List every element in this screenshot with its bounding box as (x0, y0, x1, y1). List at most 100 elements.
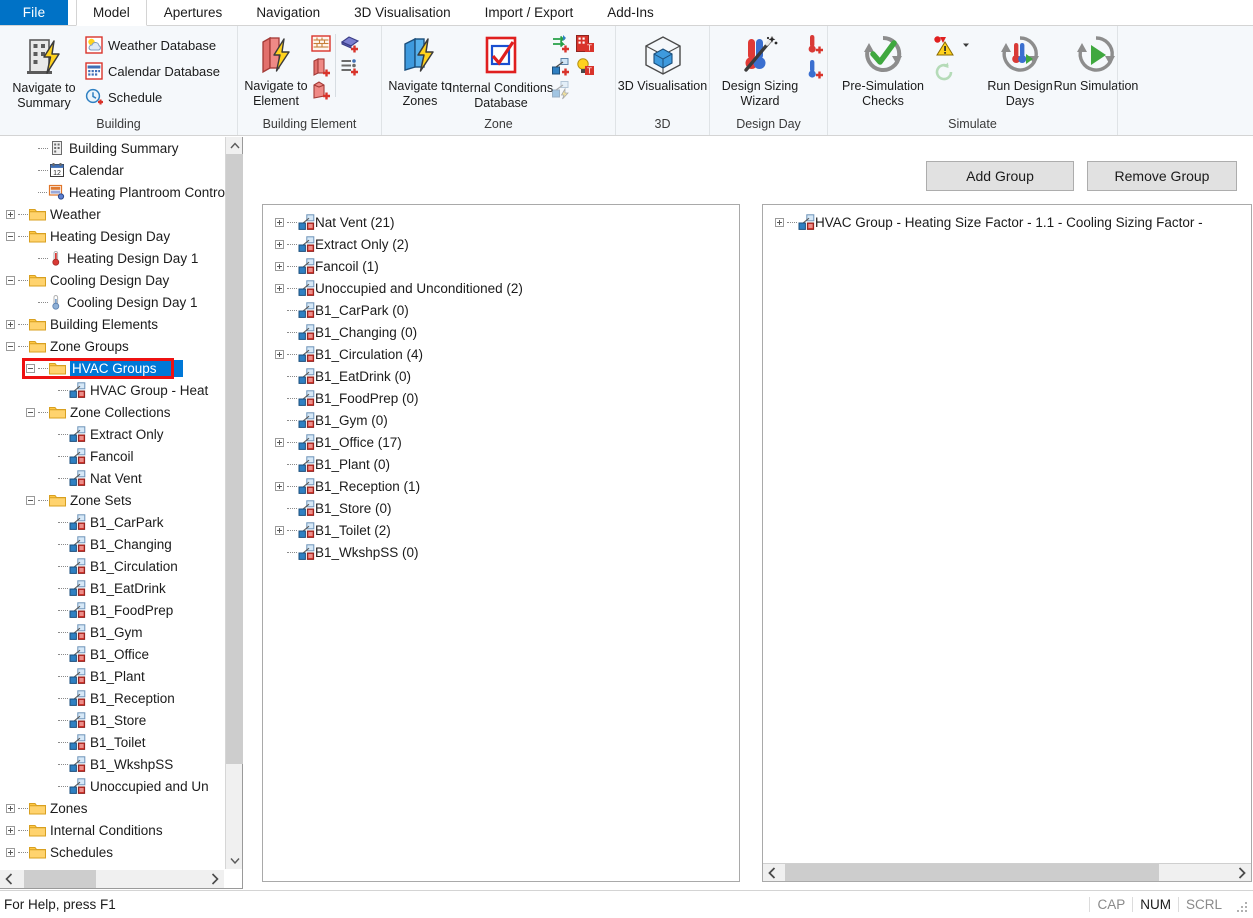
add-group-button[interactable]: Add Group (926, 161, 1074, 191)
list-item[interactable]: Unoccupied and Unconditioned (2) (267, 277, 739, 299)
tree-vertical-scrollbar[interactable] (225, 137, 243, 869)
expand-icon[interactable] (6, 803, 15, 813)
list-item[interactable]: B1_Changing (0) (267, 321, 739, 343)
internal-conditions-database-button[interactable]: Internal Conditions Database (449, 30, 553, 111)
pre-simulation-checks-button[interactable]: Pre-Simulation Checks (837, 30, 929, 109)
list-item[interactable]: B1_Toilet (2) (267, 519, 739, 541)
list-item[interactable]: B1_Store (0) (267, 497, 739, 519)
tab-model[interactable]: Model (76, 0, 147, 26)
tree-scroll-left-arrow[interactable] (0, 870, 18, 888)
list-item[interactable]: Extract Only (2) (267, 233, 739, 255)
add-cooling-design-day-icon[interactable] (805, 59, 825, 81)
list-item[interactable]: B1_Plant (0) (267, 453, 739, 475)
model-tree[interactable]: Building Summary 12 Calendar Heating Plantr… (0, 137, 225, 869)
calendar-database-button[interactable]: Calendar Database (85, 59, 220, 83)
chevron-down-icon[interactable] (961, 36, 971, 50)
tree-item-nat-vent[interactable]: Nat Vent (0, 467, 225, 489)
tab-add-ins[interactable]: Add-Ins (590, 0, 671, 25)
building-template-icon[interactable]: T (575, 34, 595, 54)
tree-item-heating-design-day[interactable]: Heating Design Day (0, 225, 225, 247)
list-item[interactable]: Nat Vent (21) (267, 211, 739, 233)
list-item[interactable]: HVAC Group - Heating Size Factor - 1.1 -… (767, 211, 1251, 233)
hvac-groups-horizontal-scrollbar[interactable] (763, 863, 1251, 881)
air-exchange-add-icon[interactable] (551, 34, 571, 54)
navigate-to-element-button[interactable]: Navigate to Element (243, 30, 309, 109)
tab-file[interactable]: File (0, 0, 68, 25)
error-warning-icon[interactable] (933, 36, 957, 58)
tree-item-zone-groups[interactable]: Zone Groups (0, 335, 225, 357)
expand-icon[interactable] (275, 525, 284, 535)
tab-3d-visualisation[interactable]: 3D Visualisation (337, 0, 468, 25)
collapse-icon[interactable] (26, 363, 35, 373)
expand-icon[interactable] (275, 239, 284, 249)
tree-item-zone-collections[interactable]: Zone Collections (0, 401, 225, 423)
list-item[interactable]: B1_Gym (0) (267, 409, 739, 431)
expand-icon[interactable] (6, 319, 15, 329)
tree-item-calendar[interactable]: 12 Calendar (0, 159, 225, 181)
collapse-icon[interactable] (6, 341, 15, 351)
tree-horizontal-scrollbar[interactable] (0, 870, 224, 888)
tree-item-b1-gym[interactable]: B1_Gym (0, 621, 225, 643)
resize-grip-icon[interactable] (1235, 898, 1249, 912)
expand-icon[interactable] (275, 261, 284, 271)
tree-item-schedules[interactable]: Schedules (0, 841, 225, 863)
expand-icon[interactable] (275, 349, 284, 359)
tree-item-b1-office[interactable]: B1_Office (0, 643, 225, 665)
tree-scroll-right-arrow[interactable] (206, 870, 224, 888)
tree-item-b1-wkshpss[interactable]: B1_WkshpSS (0, 753, 225, 775)
tree-item-b1-carpark[interactable]: B1_CarPark (0, 511, 225, 533)
list-item[interactable]: B1_EatDrink (0) (267, 365, 739, 387)
list-item[interactable]: Fancoil (1) (267, 255, 739, 277)
tree-item-b1-eatdrink[interactable]: B1_EatDrink (0, 577, 225, 599)
navigate-to-summary-button[interactable]: Navigate to Summary (7, 30, 81, 111)
zone-link-icon[interactable] (551, 80, 571, 100)
tree-item-b1-changing[interactable]: B1_Changing (0, 533, 225, 555)
tree-item-zone-sets[interactable]: Zone Sets (0, 489, 225, 511)
list-item[interactable]: B1_Reception (1) (267, 475, 739, 497)
navigate-to-zones-button[interactable]: Navigate to Zones (387, 30, 453, 109)
expand-icon[interactable] (6, 847, 15, 857)
3d-visualisation-button[interactable]: 3D Visualisation (618, 30, 707, 94)
tree-item-b1-store[interactable]: B1_Store (0, 709, 225, 731)
remove-group-button[interactable]: Remove Group (1087, 161, 1237, 191)
tree-item-b1-foodprep[interactable]: B1_FoodPrep (0, 599, 225, 621)
list-item[interactable]: B1_WkshpSS (0) (267, 541, 739, 563)
available-zone-groups-list[interactable]: Nat Vent (21) Extract Only (2) Fancoil (1)… (262, 204, 740, 882)
tab-apertures[interactable]: Apertures (147, 0, 240, 25)
tree-item-hvac-groups[interactable]: HVAC Groups (0, 357, 225, 379)
collapse-icon[interactable] (6, 275, 15, 285)
tree-item-cooling-design-day-1[interactable]: Cooling Design Day 1 (0, 291, 225, 313)
tab-navigation[interactable]: Navigation (239, 0, 337, 25)
tree-item-heating-design-day-1[interactable]: Heating Design Day 1 (0, 247, 225, 269)
add-roof-icon[interactable] (340, 34, 360, 54)
brick-wall-icon[interactable] (311, 34, 331, 54)
list-item[interactable]: B1_Office (17) (267, 431, 739, 453)
expand-icon[interactable] (6, 209, 15, 219)
tree-scroll-thumb[interactable] (226, 154, 243, 764)
list-item[interactable]: B1_FoodPrep (0) (267, 387, 739, 409)
run-design-days-button[interactable]: Run Design Days (983, 30, 1057, 109)
hvac-scroll-right-arrow[interactable] (1233, 864, 1251, 882)
tab-import-export[interactable]: Import / Export (468, 0, 591, 25)
zone-group-add-icon[interactable] (551, 57, 571, 77)
tree-item-fancoil[interactable]: Fancoil (0, 445, 225, 467)
collapse-icon[interactable] (26, 495, 35, 505)
expand-icon[interactable] (275, 283, 284, 293)
refresh-icon[interactable] (933, 61, 971, 83)
expand-icon[interactable] (6, 825, 15, 835)
add-block-icon[interactable] (311, 80, 331, 100)
expand-icon[interactable] (775, 217, 784, 227)
add-component-list-icon[interactable] (340, 57, 360, 77)
hvac-groups-list[interactable]: HVAC Group - Heating Size Factor - 1.1 -… (762, 204, 1252, 882)
add-wall-icon[interactable] (311, 57, 331, 77)
hvac-hscroll-thumb[interactable] (785, 863, 1159, 881)
list-item[interactable]: B1_CarPark (0) (267, 299, 739, 321)
tree-item-weather[interactable]: Weather (0, 203, 225, 225)
expand-icon[interactable] (275, 481, 284, 491)
tree-scroll-down-arrow[interactable] (226, 852, 243, 869)
list-item[interactable]: B1_Circulation (4) (267, 343, 739, 365)
tree-hscroll-thumb[interactable] (24, 870, 96, 888)
tree-item-cooling-design-day[interactable]: Cooling Design Day (0, 269, 225, 291)
tree-scroll-up-arrow[interactable] (226, 137, 243, 154)
collapse-icon[interactable] (26, 407, 35, 417)
